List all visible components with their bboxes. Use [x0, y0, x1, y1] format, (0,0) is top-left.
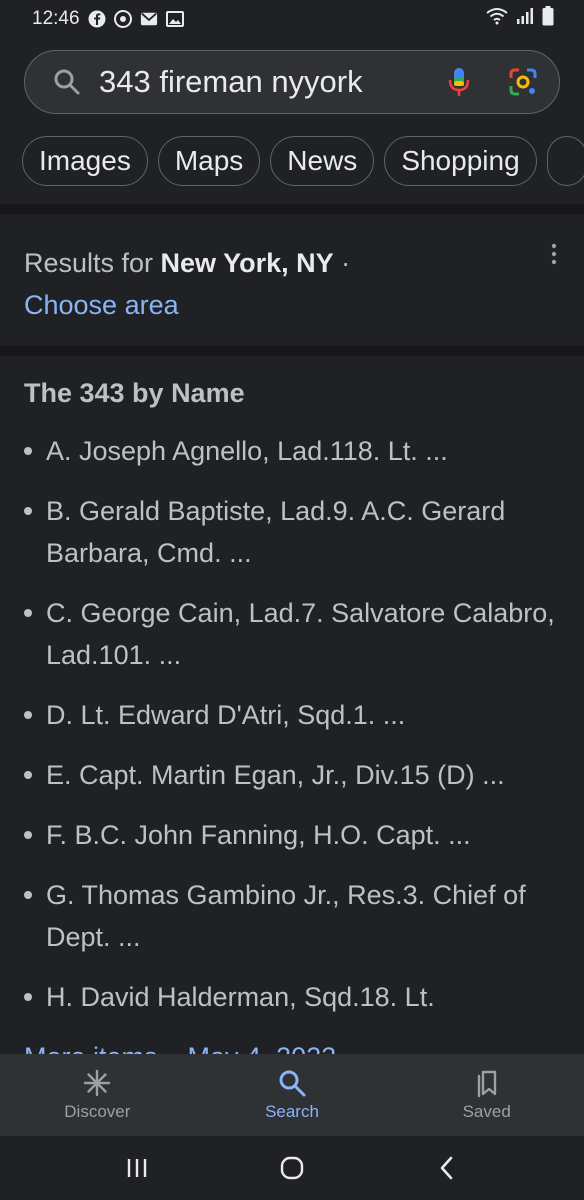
lens-icon[interactable]	[509, 68, 537, 96]
bullet-icon	[24, 891, 32, 899]
status-bar: 12:46	[0, 0, 584, 38]
list-item-text: B. Gerald Baptiste, Lad.9. A.C. Gerard B…	[46, 496, 506, 568]
featured-snippet: The 343 by Name A. Joseph Agnello, Lad.1…	[0, 356, 584, 1056]
chip-shopping[interactable]: Shopping	[384, 136, 537, 186]
nav-discover[interactable]: Discover	[0, 1054, 195, 1136]
search-icon	[277, 1068, 307, 1098]
search-bar[interactable]: 343 fireman nyyork	[24, 50, 560, 114]
asterisk-icon	[82, 1068, 112, 1098]
choose-area-link[interactable]: Choose area	[24, 284, 350, 326]
bullet-icon	[24, 771, 32, 779]
list-item-text: D. Lt. Edward D'Atri, Sqd.1. ...	[46, 700, 406, 730]
status-time: 12:46	[32, 8, 80, 29]
signal-icon	[516, 7, 534, 31]
battery-icon	[542, 6, 554, 32]
nav-label: Search	[265, 1102, 319, 1121]
search-icon	[53, 68, 81, 96]
more-vert-icon[interactable]	[546, 242, 562, 266]
list-item-text: F. B.C. John Fanning, H.O. Capt. ...	[46, 820, 471, 850]
wifi-icon	[486, 7, 508, 31]
list-item: F. B.C. John Fanning, H.O. Capt. ...	[24, 814, 572, 856]
bottom-nav: Discover Search Saved	[0, 1054, 584, 1136]
section-divider	[0, 346, 584, 356]
list-item: G. Thomas Gambino Jr., Res.3. Chief of D…	[24, 874, 572, 958]
gallery-icon	[165, 10, 184, 28]
list-item: E. Capt. Martin Egan, Jr., Div.15 (D) ..…	[24, 754, 572, 796]
chip-images[interactable]: Images	[22, 136, 148, 186]
names-list: A. Joseph Agnello, Lad.118. Lt. ... B. G…	[24, 430, 572, 1036]
nav-label: Discover	[64, 1102, 131, 1121]
back-icon[interactable]	[433, 1154, 461, 1182]
chrome-icon	[113, 10, 132, 28]
facebook-icon	[88, 10, 106, 28]
list-item: A. Joseph Agnello, Lad.118. Lt. ...	[24, 430, 572, 472]
system-nav-bar	[0, 1136, 584, 1200]
list-item-text: E. Capt. Martin Egan, Jr., Div.15 (D) ..…	[46, 760, 505, 790]
list-item: B. Gerald Baptiste, Lad.9. A.C. Gerard B…	[24, 490, 572, 574]
list-item: C. George Cain, Lad.7. Salvatore Calabro…	[24, 592, 572, 676]
nav-search[interactable]: Search	[195, 1054, 390, 1136]
bookmarks-icon	[472, 1068, 502, 1098]
chip-maps[interactable]: Maps	[157, 136, 261, 186]
bullet-icon	[24, 447, 32, 455]
list-item: H. David Halderman, Sqd.18. Lt.	[24, 976, 572, 1018]
location-place: New York, NY	[160, 248, 334, 278]
recents-icon[interactable]	[123, 1154, 151, 1182]
section-divider	[0, 204, 584, 214]
bullet-icon	[24, 507, 32, 515]
list-item-text: H. David Halderman, Sqd.18. Lt.	[46, 982, 435, 1012]
chip-more[interactable]	[546, 136, 584, 186]
mic-icon[interactable]	[445, 67, 473, 97]
search-input[interactable]: 343 fireman nyyork	[99, 64, 433, 100]
snippet-title: The 343 by Name	[24, 378, 245, 408]
bullet-icon	[24, 993, 32, 1001]
home-icon[interactable]	[278, 1154, 306, 1182]
nav-label: Saved	[462, 1102, 511, 1121]
bullet-icon	[24, 609, 32, 617]
location-separator: ·	[333, 248, 351, 278]
chip-news[interactable]: News	[270, 136, 375, 186]
location-card: Results for New York, NY · Choose area	[0, 216, 584, 348]
more-items-link[interactable]: More items... May 4, 2022	[24, 1042, 336, 1054]
mail-icon	[140, 10, 158, 28]
bullet-icon	[24, 831, 32, 839]
filter-chips: Images Maps News Shopping	[22, 136, 584, 186]
list-item-text: G. Thomas Gambino Jr., Res.3. Chief of D…	[46, 880, 526, 952]
location-text: Results for New York, NY · Choose area	[24, 242, 350, 326]
bullet-icon	[24, 711, 32, 719]
list-item-text: A. Joseph Agnello, Lad.118. Lt. ...	[46, 436, 448, 466]
list-item-text: C. George Cain, Lad.7. Salvatore Calabro…	[46, 598, 555, 670]
nav-saved[interactable]: Saved	[389, 1054, 584, 1136]
list-item: D. Lt. Edward D'Atri, Sqd.1. ...	[24, 694, 572, 736]
location-prefix: Results for	[24, 248, 161, 278]
